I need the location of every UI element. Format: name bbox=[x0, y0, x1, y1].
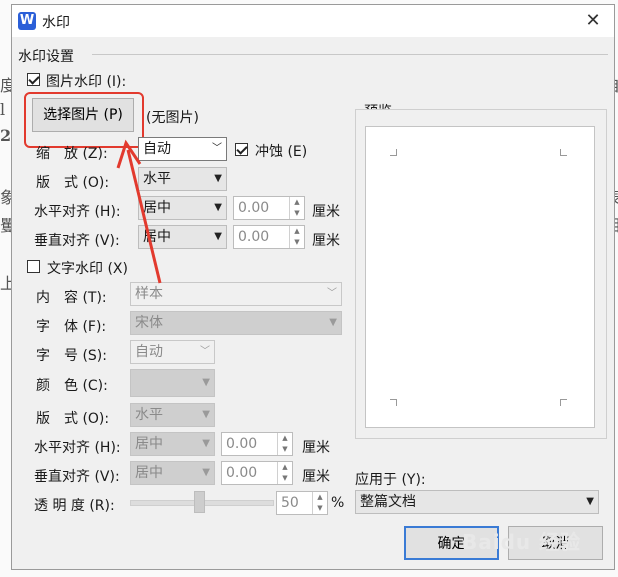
annotation-arrow-shaft bbox=[126, 149, 162, 284]
annotation-arrow bbox=[116, 139, 162, 284]
baidu-watermark: Baidu 经验 bbox=[462, 530, 582, 554]
